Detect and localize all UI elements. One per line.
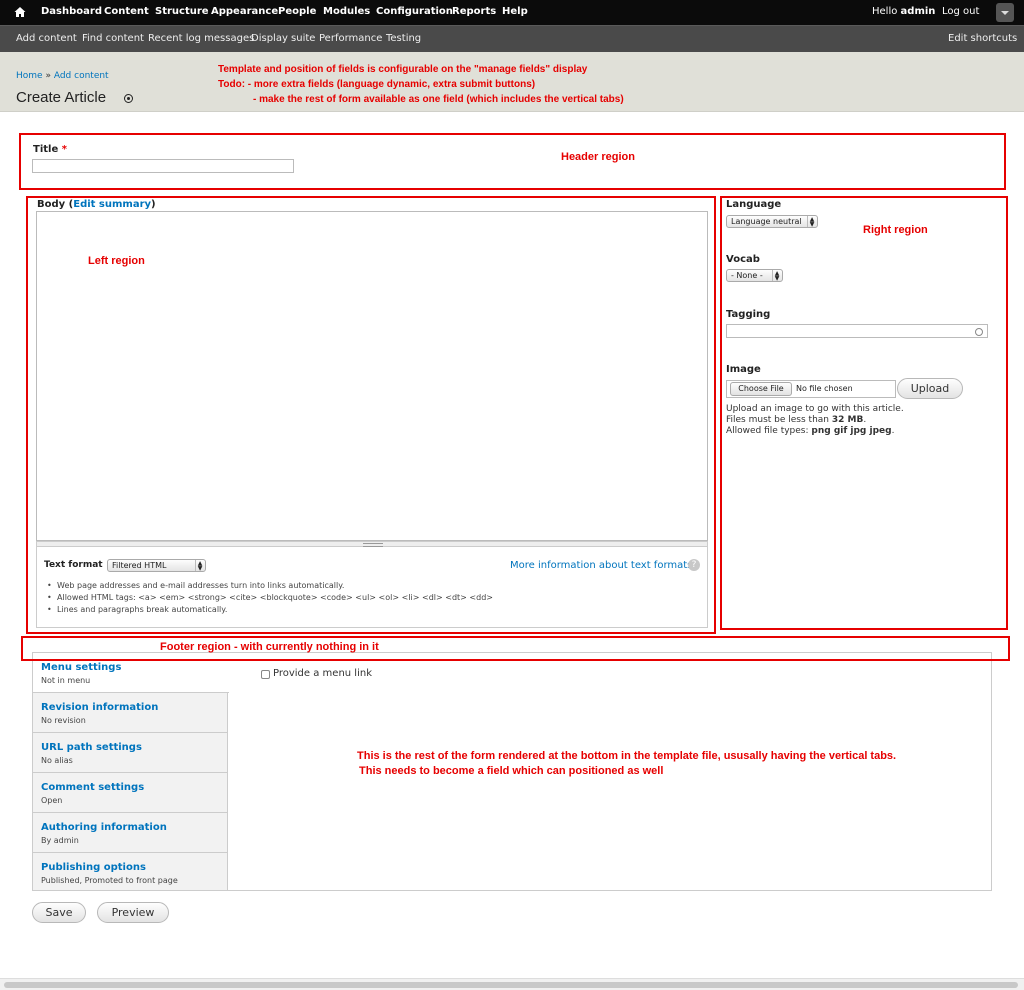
image-help-line: Files must be less than 32 MB. — [726, 415, 867, 425]
toolbar-item-structure[interactable]: Structure — [155, 6, 209, 17]
vocab-select[interactable]: - None - ▲ ▼ — [726, 269, 783, 282]
note-template: Template and position of fields is confi… — [218, 64, 588, 75]
vtab-title: Revision information — [41, 702, 159, 713]
format-tip: Web page addresses and e-mail addresses … — [47, 581, 344, 590]
format-tip: Lines and paragraphs break automatically… — [47, 605, 227, 614]
image-label: Image — [726, 364, 761, 375]
select-arrows-icon: ▲ ▼ — [807, 216, 816, 228]
toolbar-item-dashboard[interactable]: Dashboard — [41, 6, 102, 17]
body-label: Body (Edit summary) — [37, 199, 156, 210]
choose-file-button[interactable]: Choose File — [730, 382, 792, 396]
vtab-summary: No alias — [41, 756, 73, 765]
vtab-authoring-information[interactable]: Authoring information By admin — [33, 813, 228, 853]
menu-link-label: Provide a menu link — [273, 668, 372, 679]
note-right-region: Right region — [863, 224, 928, 236]
note-rest-of-form-1: This is the rest of the form rendered at… — [357, 750, 897, 762]
shortcut-testing[interactable]: Testing — [386, 33, 421, 44]
vtab-summary: No revision — [41, 716, 86, 725]
vtab-title: Menu settings — [41, 662, 122, 673]
home-icon[interactable] — [13, 5, 27, 19]
toolbar-item-content[interactable]: Content — [104, 6, 149, 17]
shortcut-add-content[interactable]: Add content — [16, 33, 77, 44]
toolbar-item-configuration[interactable]: Configuration — [376, 6, 453, 17]
breadcrumb-separator: » — [45, 71, 51, 81]
language-select[interactable]: Language neutral ▲ ▼ — [726, 215, 818, 228]
shortcut-find-content[interactable]: Find content — [82, 33, 144, 44]
note-rest-of-form-2: This needs to become a field which can p… — [359, 765, 664, 777]
image-help: Upload an image to go with this article.… — [726, 404, 904, 437]
select-arrows-icon: ▲ ▼ — [772, 270, 781, 282]
tagging-label: Tagging — [726, 309, 771, 320]
horizontal-scrollbar[interactable] — [0, 978, 1024, 990]
add-shortcut-icon[interactable] — [124, 94, 133, 103]
tagging-input[interactable] — [726, 324, 988, 338]
more-info-link[interactable]: More information about text formats — [510, 560, 692, 571]
toolbar-item-appearance[interactable]: Appearance — [211, 6, 278, 17]
text-format-wrapper: Text format Filtered HTML ▲ ▼ More informa… — [36, 547, 708, 628]
title-input[interactable] — [32, 159, 294, 173]
edit-summary-link[interactable]: Edit summary — [73, 199, 151, 210]
preview-button[interactable]: Preview — [97, 902, 169, 923]
edit-shortcuts-link[interactable]: Edit shortcuts — [948, 33, 1017, 44]
vtab-revision-information[interactable]: Revision information No revision — [33, 693, 228, 733]
vtab-title: Publishing options — [41, 862, 146, 873]
text-format-label: Text format — [44, 560, 103, 570]
vtab-publishing-options[interactable]: Publishing options Published, Promoted to… — [33, 853, 228, 893]
vocab-label: Vocab — [726, 254, 760, 265]
toolbar-item-reports[interactable]: Reports — [452, 6, 496, 17]
scrollbar-thumb[interactable] — [4, 982, 1018, 988]
vtab-url-path-settings[interactable]: URL path settings No alias — [33, 733, 228, 773]
format-tip: Allowed HTML tags: <a> <em> <strong> <ci… — [47, 593, 493, 602]
vtab-title: Comment settings — [41, 782, 145, 793]
note-left-region: Left region — [88, 255, 145, 267]
vertical-tab-list: Menu settings Not in menu Revision inform… — [33, 653, 229, 893]
note-footer-region: Footer region - with currently nothing i… — [160, 641, 379, 653]
select-arrows-icon: ▲ ▼ — [195, 560, 204, 572]
shortcut-recent-log[interactable]: Recent log messages — [148, 33, 254, 44]
menu-link-checkbox[interactable] — [261, 670, 270, 679]
toolbar-item-people[interactable]: People — [278, 6, 316, 17]
shortcut-performance[interactable]: Performance — [319, 33, 382, 44]
text-format-select[interactable]: Filtered HTML ▲ ▼ — [107, 559, 206, 572]
title-label: Title * — [33, 144, 67, 155]
vtab-summary: Published, Promoted to front page — [41, 876, 178, 885]
shortcut-display-suite[interactable]: Display suite — [251, 33, 315, 44]
save-button[interactable]: Save — [32, 902, 86, 923]
toolbar-toggle-button[interactable] — [996, 3, 1014, 22]
shortcuts-bar: Add content Find content Recent log mess… — [0, 25, 1024, 52]
required-marker: * — [61, 144, 67, 155]
breadcrumb-add-content[interactable]: Add content — [54, 71, 109, 81]
upload-button[interactable]: Upload — [897, 378, 963, 399]
user-link[interactable]: admin — [901, 6, 936, 17]
note-todo-1: Todo: - more extra fields (language dyna… — [218, 79, 536, 90]
no-file-text: No file chosen — [796, 384, 853, 393]
toolbar-item-modules[interactable]: Modules — [323, 6, 370, 17]
vtab-summary: By admin — [41, 836, 79, 845]
vtab-summary: Not in menu — [41, 676, 91, 685]
note-header-region: Header region — [561, 151, 635, 163]
breadcrumb: Home » Add content — [16, 71, 109, 81]
hello-text: Hello admin — [872, 6, 936, 17]
admin-toolbar: Dashboard Content Structure Appearance P… — [0, 0, 1024, 25]
vtab-summary: Open — [41, 796, 63, 805]
image-help-line: Upload an image to go with this article. — [726, 404, 904, 414]
image-help-line: Allowed file types: png gif jpg jpeg. — [726, 426, 895, 436]
breadcrumb-home[interactable]: Home — [16, 71, 43, 81]
vtab-comment-settings[interactable]: Comment settings Open — [33, 773, 228, 813]
help-icon[interactable]: ? — [688, 559, 700, 571]
vtab-title: Authoring information — [41, 822, 167, 833]
logout-link[interactable]: Log out — [942, 6, 979, 17]
page-title: Create Article — [16, 89, 107, 106]
autocomplete-throbber-icon — [975, 328, 983, 336]
toolbar-item-help[interactable]: Help — [502, 6, 528, 17]
language-label: Language — [726, 199, 782, 210]
vtab-title: URL path settings — [41, 742, 142, 753]
note-todo-2: - make the rest of form available as one… — [253, 94, 624, 105]
file-input[interactable]: Choose File No file chosen — [726, 380, 896, 398]
